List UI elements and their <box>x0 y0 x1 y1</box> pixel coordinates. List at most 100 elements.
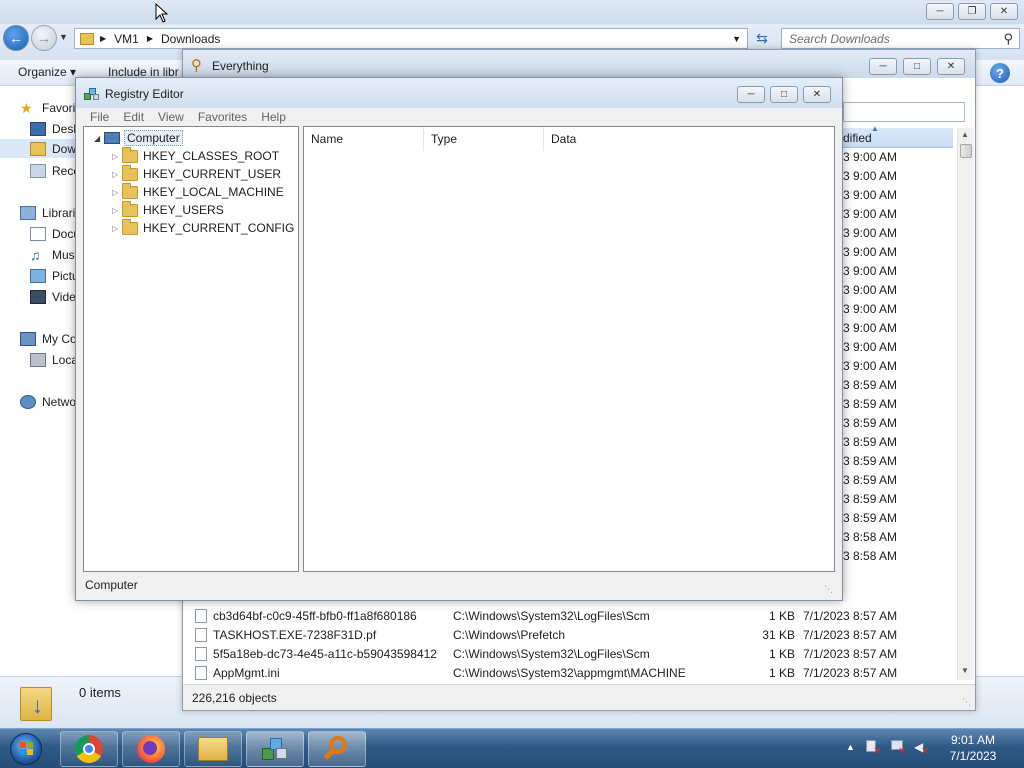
tree-node-hkey-local-machine[interactable]: ▷ HKEY_LOCAL_MACHINE <box>112 182 284 201</box>
windows-logo-icon <box>10 733 42 765</box>
arrow-right-icon: → <box>37 30 51 46</box>
date-modified-cell: 3 9:00 AM <box>843 340 898 354</box>
explorer-minimize-button[interactable]: ─ <box>926 3 954 20</box>
menu-file[interactable]: File <box>90 110 109 124</box>
libraries-icon <box>20 205 36 220</box>
file-path-cell: C:\Windows\System32\appmgmt\MACHINE <box>453 665 686 680</box>
computer-icon <box>104 132 120 144</box>
refresh-icon[interactable]: ⇆ <box>752 29 772 48</box>
menu-help[interactable]: Help <box>261 110 286 124</box>
everything-titlebar[interactable]: ⚲ Everything ─ □ ✕ <box>183 50 975 78</box>
nav-desktop[interactable]: Desk <box>30 119 79 138</box>
taskbar-explorer-button[interactable] <box>184 731 242 767</box>
resize-grip-icon[interactable]: ⋱ <box>824 584 833 595</box>
nav-documents[interactable]: Docu <box>30 224 80 243</box>
expand-arrow-icon[interactable]: ▷ <box>112 188 122 197</box>
documents-icon <box>30 226 46 241</box>
nav-favorites[interactable]: ★ Favorit <box>20 98 79 117</box>
taskbar-everything-button[interactable] <box>308 731 366 767</box>
menu-view[interactable]: View <box>158 110 184 124</box>
registry-editor-icon <box>84 86 100 102</box>
breadcrumb-vm1[interactable]: VM1 <box>114 32 139 46</box>
folder-icon <box>122 182 138 199</box>
tree-node-hkey-current-user[interactable]: ▷ HKEY_CURRENT_USER <box>112 164 281 183</box>
local-disk-icon <box>30 352 46 367</box>
scroll-up-icon[interactable]: ▲ <box>961 130 969 139</box>
network-status-icon[interactable]: ✕ <box>891 740 907 757</box>
volume-muted-icon[interactable]: ◀ ✕ <box>914 740 930 757</box>
explorer-restore-button[interactable]: ❐ <box>958 3 986 20</box>
address-dropdown-icon[interactable]: ▼ <box>732 34 741 44</box>
help-icon[interactable]: ? <box>990 63 1010 83</box>
registry-close-button[interactable]: ✕ <box>803 86 831 103</box>
back-button[interactable]: ← <box>3 25 29 51</box>
file-name-cell: AppMgmt.ini <box>195 665 447 680</box>
registry-minimize-button[interactable]: ─ <box>737 86 765 103</box>
scroll-thumb[interactable] <box>960 144 972 158</box>
taskbar-clock[interactable]: 9:01 AM 7/1/2023 <box>930 732 1016 766</box>
nav-recent-places[interactable]: Rece <box>30 161 80 180</box>
address-bar[interactable]: ▶ VM1 ▶ Downloads ▼ <box>74 28 748 49</box>
everything-search-icon <box>323 735 351 763</box>
taskbar-regedit-button[interactable] <box>246 731 304 767</box>
registry-menu-bar: File Edit View Favorites Help <box>76 108 842 126</box>
action-center-flag-icon[interactable]: ✕ <box>866 740 882 757</box>
organize-button[interactable]: Organize ▾ <box>18 65 76 79</box>
search-input[interactable]: Search Downloads ⚲ <box>781 28 1020 49</box>
breadcrumb-downloads[interactable]: Downloads <box>161 32 220 46</box>
folder-icon <box>122 164 138 181</box>
column-header-type[interactable]: Type <box>424 127 544 151</box>
expand-arrow-icon[interactable]: ▷ <box>112 152 122 161</box>
show-hidden-icons-button[interactable]: ▲ <box>846 742 855 752</box>
nav-network[interactable]: Netwo <box>20 392 76 411</box>
result-row[interactable]: AppMgmt.ini C:\Windows\System32\appmgmt\M… <box>195 663 965 682</box>
breadcrumb-separator-icon[interactable]: ▶ <box>100 34 106 43</box>
tree-node-hkey-current-config[interactable]: ▷ HKEY_CURRENT_CONFIG <box>112 218 294 237</box>
menu-edit[interactable]: Edit <box>123 110 144 124</box>
registry-editor-titlebar[interactable]: Registry Editor ─ □ ✕ <box>76 78 842 108</box>
date-modified-cell: 3 9:00 AM <box>843 150 898 164</box>
taskbar-chrome-button[interactable] <box>60 731 118 767</box>
file-date-cell: 7/1/2023 8:57 AM <box>803 627 898 642</box>
scroll-down-icon[interactable]: ▼ <box>961 666 969 675</box>
explorer-close-button[interactable]: ✕ <box>990 3 1018 20</box>
tree-node-computer[interactable]: ◢ Computer <box>94 129 183 147</box>
nav-local-disk[interactable]: Loca <box>30 350 78 369</box>
date-modified-column-header[interactable]: dified ▲ <box>843 124 953 148</box>
menu-favorites[interactable]: Favorites <box>198 110 247 124</box>
everything-vertical-scrollbar[interactable]: ▲ ▼ <box>957 128 974 680</box>
nav-pictures[interactable]: Pictu <box>30 266 79 285</box>
nav-libraries[interactable]: Librari <box>20 203 75 222</box>
search-icon: ⚲ <box>1003 31 1013 46</box>
result-row[interactable]: TASKHOST.EXE-7238F31D.pf C:\Windows\Prefe… <box>195 625 965 644</box>
start-button[interactable] <box>4 731 48 767</box>
search-placeholder: Search Downloads <box>789 31 890 46</box>
column-header-data[interactable]: Data <box>544 127 834 151</box>
recent-pages-chevron-icon[interactable]: ▼ <box>59 32 68 42</box>
nav-music[interactable]: ♫ Mus <box>30 245 75 264</box>
registry-maximize-button[interactable]: □ <box>770 86 798 103</box>
registry-editor-title: Registry Editor <box>105 87 184 101</box>
expand-arrow-icon[interactable]: ▷ <box>112 206 122 215</box>
expand-arrow-icon[interactable]: ▷ <box>112 224 122 233</box>
expand-arrow-icon[interactable]: ▷ <box>112 170 122 179</box>
breadcrumb-separator-icon[interactable]: ▶ <box>147 34 153 43</box>
tree-node-hkey-classes-root[interactable]: ▷ HKEY_CLASSES_ROOT <box>112 146 279 165</box>
collapse-arrow-icon[interactable]: ◢ <box>94 134 104 143</box>
everything-maximize-button[interactable]: □ <box>903 58 931 75</box>
everything-status-bar: 226,216 objects ⋱ <box>183 684 975 710</box>
taskbar-firefox-button[interactable] <box>122 731 180 767</box>
resize-grip-icon[interactable]: ⋱ <box>962 697 971 708</box>
date-modified-cell: 3 9:00 AM <box>843 321 898 335</box>
result-row[interactable]: cb3d64bf-c0c9-45ff-bfb0-ff1a8f680186 C:\W… <box>195 606 965 625</box>
everything-search-input[interactable] <box>843 102 965 122</box>
column-header-name[interactable]: Name <box>304 127 424 151</box>
tree-node-hkey-users[interactable]: ▷ HKEY_USERS <box>112 200 224 219</box>
nav-computer[interactable]: My Co <box>20 329 77 348</box>
everything-minimize-button[interactable]: ─ <box>869 58 897 75</box>
forward-button[interactable]: → <box>31 25 57 51</box>
result-row[interactable]: 5f5a18eb-dc73-4e45-a11c-b59043598412 C:\W… <box>195 644 965 663</box>
folder-icon <box>80 32 94 45</box>
everything-close-button[interactable]: ✕ <box>937 58 965 75</box>
nav-videos[interactable]: Vide <box>30 287 76 306</box>
